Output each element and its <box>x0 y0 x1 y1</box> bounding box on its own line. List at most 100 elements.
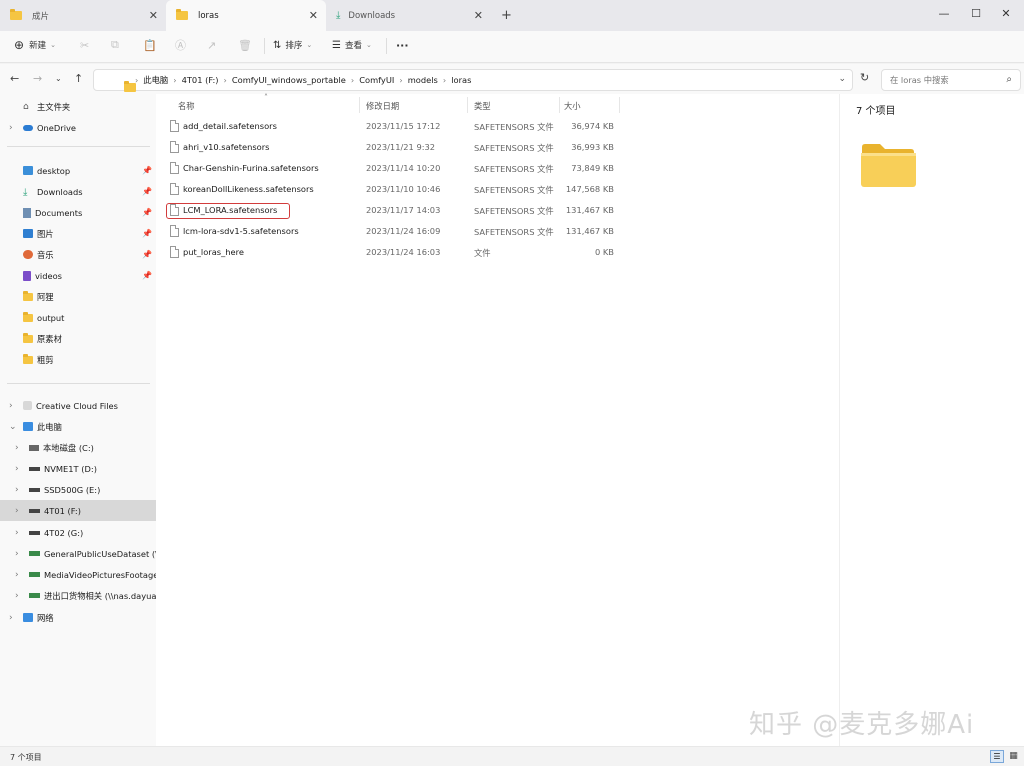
chevron-right-icon[interactable]: › <box>15 570 19 580</box>
tab-downloads[interactable]: ⤓ Downloads ✕ <box>326 0 491 31</box>
rename-icon[interactable]: Ⓐ <box>175 31 186 59</box>
sidebar-item-pictures[interactable]: 图片 📌 <box>0 223 156 244</box>
column-divider[interactable] <box>467 97 468 113</box>
column-header-name[interactable]: 名称 <box>178 100 195 112</box>
pin-icon[interactable]: 📌 <box>142 271 152 280</box>
chevron-right-icon[interactable]: › <box>15 528 19 538</box>
back-arrow-icon[interactable]: ← <box>10 72 19 85</box>
chevron-down-icon[interactable]: ⌄ <box>838 74 846 84</box>
sidebar-item-drive-g[interactable]: › 4T02 (G:) <box>0 522 156 543</box>
more-button[interactable]: ··· <box>396 31 409 59</box>
sidebar-item-network-drive-import[interactable]: › 进出口货物相关 (\\nas.dayuana <box>0 585 156 606</box>
new-tab-button[interactable]: + <box>491 0 519 31</box>
chevron-right-icon[interactable]: › <box>15 464 19 474</box>
chevron-right-icon[interactable]: › <box>15 485 19 495</box>
sidebar-item-label: SSD500G (E:) <box>44 484 101 495</box>
chevron-right-icon[interactable]: › <box>9 613 13 623</box>
file-row[interactable]: koreanDollLikeness.safetensors 2023/11/1… <box>156 179 626 200</box>
breadcrumb-item[interactable]: loras <box>451 75 471 85</box>
sidebar-item-desktop[interactable]: desktop 📌 <box>0 160 156 181</box>
copy-icon[interactable]: ⧉ <box>111 31 119 59</box>
sidebar-item-drive-f[interactable]: › 4T01 (F:) <box>0 500 156 521</box>
tab-chengpian[interactable]: 成片 ✕ <box>0 0 166 31</box>
sidebar-item-videos[interactable]: videos 📌 <box>0 265 156 286</box>
share-icon[interactable]: ↗ <box>207 31 216 59</box>
sidebar-item-label: 此电脑 <box>37 421 62 432</box>
file-size: 131,467 KB <box>565 226 614 236</box>
pin-icon[interactable]: 📌 <box>142 187 152 196</box>
toolbar: ⊕ 新建 ⌄ ✂ ⧉ 📋 Ⓐ ↗ 🗑 ⇅ 排序 ⌄ ☰ 查看 ⌄ ··· <box>0 31 1024 63</box>
sidebar-item-raw-footage[interactable]: 原素材 <box>0 328 156 349</box>
address-bar[interactable]: › 此电脑 › 4T01 (F:) › ComfyUI_windows_port… <box>93 69 853 92</box>
column-divider[interactable] <box>619 97 620 113</box>
title-bar: 成片 ✕ loras ✕ ⤓ Downloads ✕ + — ☐ ✕ <box>0 0 1024 31</box>
sidebar-item-network-drive-media[interactable]: › MediaVideoPicturesFootages <box>0 564 156 585</box>
sidebar-item-rough-cut[interactable]: 粗剪 <box>0 349 156 370</box>
pin-icon[interactable]: 📌 <box>142 208 152 217</box>
breadcrumb-item[interactable]: 4T01 (F:) <box>182 75 219 85</box>
chevron-right-icon[interactable]: › <box>9 401 13 411</box>
column-header-type[interactable]: 类型 <box>474 100 491 112</box>
up-arrow-icon[interactable]: ↑ <box>74 72 83 85</box>
sidebar-item-onedrive[interactable]: › OneDrive <box>0 117 156 138</box>
sidebar-item-this-pc[interactable]: ⌄ 此电脑 <box>0 416 156 437</box>
chevron-down-icon[interactable]: ⌄ <box>9 422 17 432</box>
cut-icon[interactable]: ✂ <box>80 31 89 59</box>
breadcrumb-item[interactable]: ComfyUI <box>359 75 394 85</box>
new-button[interactable]: ⊕ 新建 ⌄ <box>14 31 56 59</box>
file-row[interactable]: lcm-lora-sdv1-5.safetensors 2023/11/24 1… <box>156 221 626 242</box>
sidebar-item-label: Downloads <box>37 186 83 197</box>
pin-icon[interactable]: 📌 <box>142 229 152 238</box>
close-icon[interactable]: ✕ <box>474 9 483 22</box>
chevron-right-icon[interactable]: › <box>9 123 13 133</box>
breadcrumb-item[interactable]: ComfyUI_windows_portable <box>232 75 346 85</box>
file-row[interactable]: add_detail.safetensors 2023/11/15 17:12 … <box>156 116 626 137</box>
folder-icon <box>23 290 33 301</box>
sidebar-item-drive-c[interactable]: › 本地磁盘 (C:) <box>0 437 156 458</box>
sidebar-item-ali[interactable]: 阿狸 <box>0 286 156 307</box>
sidebar-item-output[interactable]: output <box>0 307 156 328</box>
column-divider[interactable] <box>359 97 360 113</box>
tiles-view-icon[interactable]: ▦ <box>1007 750 1020 763</box>
file-date: 2023/11/14 10:20 <box>366 163 441 173</box>
sidebar-item-drive-e[interactable]: › SSD500G (E:) <box>0 479 156 500</box>
sidebar-item-downloads[interactable]: ⤓ Downloads 📌 <box>0 181 156 202</box>
drive-icon <box>29 487 40 492</box>
file-row[interactable]: ahri_v10.safetensors 2023/11/21 9:32 SAF… <box>156 137 626 158</box>
sidebar-item-creative-cloud[interactable]: › Creative Cloud Files <box>0 395 156 416</box>
column-header-date[interactable]: 修改日期 <box>366 100 399 112</box>
sidebar-item-label: 图片 <box>37 228 54 239</box>
tab-loras[interactable]: loras ✕ <box>166 0 326 31</box>
chevron-right-icon[interactable]: › <box>15 549 19 559</box>
sort-button[interactable]: ⇅ 排序 ⌄ <box>273 31 312 59</box>
details-view-icon[interactable]: ☰ <box>990 750 1004 763</box>
sidebar-item-documents[interactable]: Documents 📌 <box>0 202 156 223</box>
paste-icon[interactable]: 📋 <box>143 31 157 59</box>
chevron-right-icon[interactable]: › <box>15 591 19 601</box>
breadcrumb-item[interactable]: 此电脑 <box>143 74 168 86</box>
refresh-icon[interactable]: ↻ <box>860 71 869 84</box>
sidebar-item-network[interactable]: › 网络 <box>0 607 156 628</box>
file-row[interactable]: Char-Genshin-Furina.safetensors 2023/11/… <box>156 158 626 179</box>
chevron-right-icon[interactable]: › <box>15 506 19 516</box>
column-header-size[interactable]: 大小 <box>564 100 581 112</box>
delete-icon[interactable]: 🗑 <box>238 31 252 59</box>
file-row[interactable]: put_loras_here 2023/11/24 16:03 文件 0 KB <box>156 242 626 263</box>
close-icon[interactable]: ✕ <box>309 9 318 22</box>
sidebar-item-drive-d[interactable]: › NVME1T (D:) <box>0 458 156 479</box>
view-button[interactable]: ☰ 查看 ⌄ <box>332 31 372 59</box>
pin-icon[interactable]: 📌 <box>142 166 152 175</box>
chevron-down-icon[interactable]: ⌄ <box>55 74 62 83</box>
sidebar-item-network-drive-dataset[interactable]: › GeneralPublicUseDataset (\\na <box>0 543 156 564</box>
sidebar-item-home[interactable]: ⌂ 主文件夹 <box>0 96 156 117</box>
cc-icon <box>23 401 32 410</box>
sidebar-item-music[interactable]: 音乐 📌 <box>0 244 156 265</box>
pin-icon[interactable]: 📌 <box>142 250 152 259</box>
column-divider[interactable] <box>559 97 560 113</box>
search-input[interactable]: 在 loras 中搜索 ⌕ <box>881 69 1021 91</box>
close-icon[interactable]: ✕ <box>149 9 158 22</box>
breadcrumb-item[interactable]: models <box>408 75 438 85</box>
chevron-right-icon[interactable]: › <box>15 443 19 453</box>
close-window-button[interactable]: ✕ <box>986 2 1024 24</box>
forward-arrow-icon[interactable]: → <box>33 72 42 85</box>
